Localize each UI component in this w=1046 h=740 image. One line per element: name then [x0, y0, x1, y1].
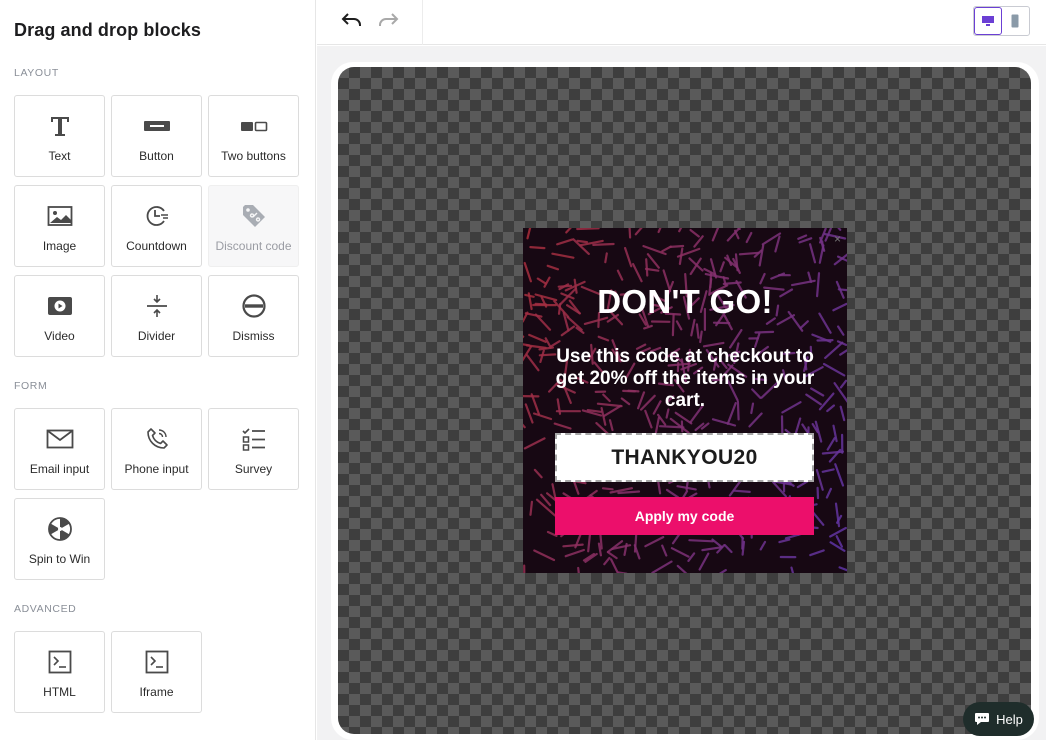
block-label: Email input: [29, 462, 90, 476]
block-image[interactable]: Image: [14, 185, 105, 267]
block-label: Phone input: [124, 462, 189, 476]
text-icon: [15, 112, 104, 140]
desktop-view-button[interactable]: [974, 7, 1002, 35]
phone-icon: [112, 425, 201, 453]
block-label: Two buttons: [221, 149, 286, 163]
button-icon: [112, 112, 201, 140]
block-survey[interactable]: Survey: [208, 408, 299, 490]
block-label: Survey: [234, 462, 273, 476]
block-email-input[interactable]: Email input: [14, 408, 105, 490]
block-label: Countdown: [126, 239, 187, 253]
block-label: Dismiss: [232, 329, 275, 343]
sidebar-title: Drag and drop blocks: [14, 20, 202, 40]
popup-body-text[interactable]: Use this code at checkout to get 20% off…: [551, 346, 819, 412]
section-label-layout: LAYOUT: [14, 67, 59, 79]
block-label: Spin to Win: [28, 552, 91, 566]
redo-icon[interactable]: [377, 10, 401, 34]
video-icon: [15, 292, 104, 320]
block-label: Video: [44, 329, 75, 343]
block-label: Discount code: [215, 239, 292, 253]
device-toggle: [973, 6, 1030, 36]
popup-preview[interactable]: × DON'T GO! Use this code at checkout to…: [523, 228, 847, 573]
block-divider[interactable]: Divider: [111, 275, 202, 357]
block-video[interactable]: Video: [14, 275, 105, 357]
popup-title[interactable]: DON'T GO!: [523, 283, 847, 321]
chat-icon: [975, 713, 990, 725]
help-button[interactable]: Help: [963, 702, 1034, 736]
block-label: Text: [48, 149, 71, 163]
block-button[interactable]: Button: [111, 95, 202, 177]
block-label: HTML: [43, 685, 76, 699]
apply-code-button[interactable]: Apply my code: [555, 497, 814, 535]
terminal-icon: [112, 648, 201, 676]
section-label-form: FORM: [14, 380, 48, 392]
envelope-icon: [15, 425, 104, 453]
block-two-buttons[interactable]: Two buttons: [208, 95, 299, 177]
dismiss-icon: [209, 292, 298, 320]
block-label: Image: [42, 239, 77, 253]
mobile-icon: [1011, 14, 1019, 28]
countdown-icon: [112, 202, 201, 230]
block-text[interactable]: Text: [14, 95, 105, 177]
block-label: Iframe: [139, 685, 174, 699]
undo-icon[interactable]: [339, 10, 363, 34]
desktop-icon: [981, 16, 994, 26]
block-label: Button: [139, 149, 174, 163]
tag-icon: [209, 202, 298, 230]
block-label: Divider: [137, 329, 176, 343]
image-icon: [15, 202, 104, 230]
block-html[interactable]: HTML: [14, 631, 105, 713]
terminal-icon: [15, 648, 104, 676]
mobile-view-button[interactable]: [1002, 7, 1029, 35]
divider-icon: [112, 292, 201, 320]
block-discount-code: Discount code: [208, 185, 299, 267]
discount-code-box[interactable]: THANKYOU20: [555, 433, 814, 482]
block-spin-to-win[interactable]: Spin to Win: [14, 498, 105, 580]
block-iframe[interactable]: Iframe: [111, 631, 202, 713]
block-dismiss[interactable]: Dismiss: [208, 275, 299, 357]
two-buttons-icon: [209, 112, 298, 140]
help-label: Help: [996, 711, 1023, 727]
wheel-icon: [15, 515, 104, 543]
popup-close-icon[interactable]: ×: [834, 232, 841, 246]
blocks-sidebar: Drag and drop blocks LAYOUT Text Button …: [0, 0, 316, 740]
block-phone-input[interactable]: Phone input: [111, 408, 202, 490]
toolbar-divider: [422, 0, 423, 45]
block-countdown[interactable]: Countdown: [111, 185, 202, 267]
checklist-icon: [209, 425, 298, 453]
editor-toolbar: [317, 0, 1046, 45]
section-label-advanced: ADVANCED: [14, 603, 77, 615]
